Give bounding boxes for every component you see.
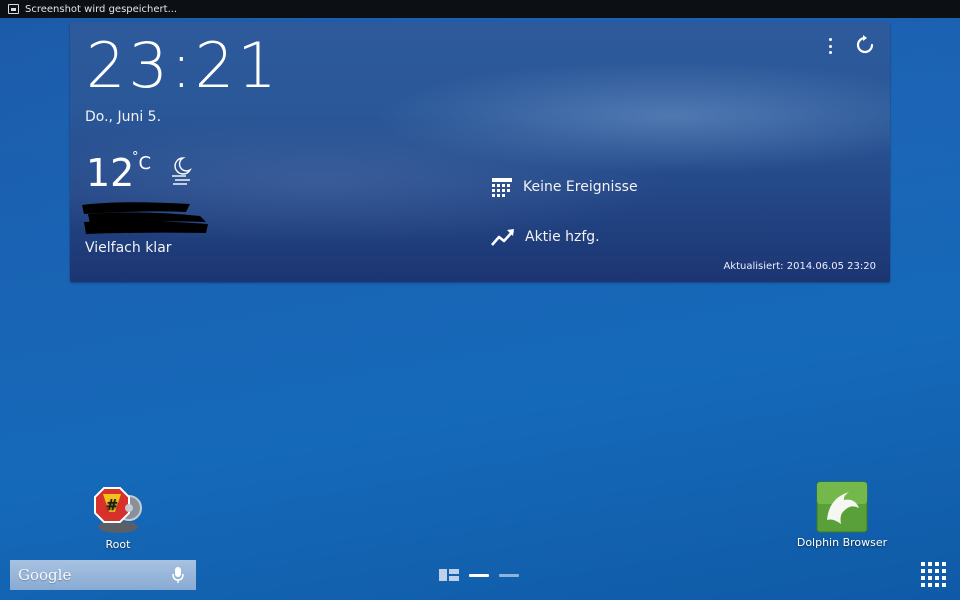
app-root[interactable]: # Root <box>80 482 156 551</box>
weather-condition: Vielfach klar <box>85 240 172 256</box>
microphone-icon[interactable] <box>172 566 184 584</box>
apps-grid-icon[interactable] <box>919 560 946 587</box>
refresh-icon[interactable] <box>854 34 876 56</box>
app-dolphin-browser[interactable]: Dolphin Browser <box>792 480 892 549</box>
page-indicator[interactable] <box>439 569 519 581</box>
stock-chart-icon <box>491 229 514 246</box>
app-dolphin-label: Dolphin Browser <box>796 536 888 549</box>
temperature-unit: °C <box>132 150 152 174</box>
google-search-bar[interactable]: Google <box>10 560 196 590</box>
svg-text:#: # <box>106 496 119 514</box>
calendar-icon <box>492 178 512 197</box>
widget-menu-icon[interactable] <box>822 36 838 56</box>
home-overview-icon[interactable] <box>439 569 459 581</box>
clock-weather-widget[interactable]: 23:21 Do., Juni 5. 12 °C Vielfach klar K… <box>70 22 890 282</box>
clock-time[interactable]: 23:21 <box>86 30 280 102</box>
stock-label: Aktie hzfg. <box>525 229 600 245</box>
status-notification-text: Screenshot wird gespeichert... <box>25 3 178 15</box>
page-indicator-current[interactable] <box>469 573 489 577</box>
screenshot-notification-icon <box>8 4 19 14</box>
status-bar: Screenshot wird gespeichert... <box>0 0 960 18</box>
night-clear-moon-icon <box>172 157 192 185</box>
clock-date: Do., Juni 5. <box>85 109 162 125</box>
stock-row[interactable]: Aktie hzfg. <box>491 227 600 247</box>
last-updated: Aktualisiert: 2014.06.05 23:20 <box>723 261 876 272</box>
dolphin-icon <box>816 481 868 533</box>
root-superuser-icon: # <box>94 487 142 533</box>
google-search-label: Google <box>18 566 72 584</box>
events-label: Keine Ereignisse <box>523 179 638 195</box>
page-indicator-page[interactable] <box>499 573 519 577</box>
calendar-events-row[interactable]: Keine Ereignisse <box>491 177 638 197</box>
temperature-value: 12 <box>86 151 135 195</box>
app-root-label: Root <box>105 538 131 551</box>
location-redaction <box>82 202 208 234</box>
